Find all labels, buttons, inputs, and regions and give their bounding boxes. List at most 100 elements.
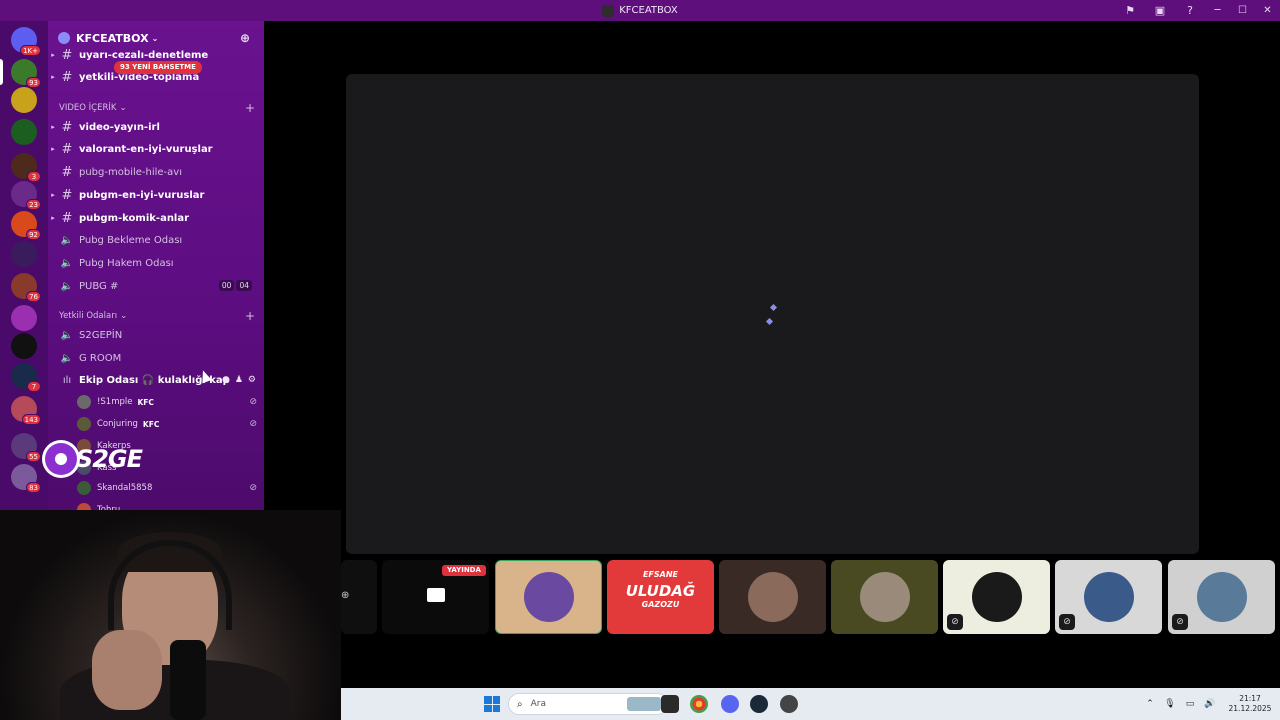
channel-label: video-yayın-irl: [79, 121, 160, 133]
taskbar-search[interactable]: ⌕ Ara: [508, 693, 668, 715]
chrome-icon[interactable]: [690, 695, 708, 713]
channel-label: S2GEPİN: [79, 329, 123, 341]
server-icon[interactable]: 55: [11, 433, 41, 462]
category-video[interactable]: VIDEO İÇERİK ⌄ +: [59, 101, 255, 115]
voice-channel-item[interactable]: 🔈 Pubg Bekleme Odası: [48, 230, 264, 250]
server-icon[interactable]: 143: [11, 396, 41, 425]
new-mentions-badge[interactable]: 93 YENİ BAHSETME: [114, 61, 202, 74]
speaker-icon: 🔈: [60, 352, 74, 364]
server-icon[interactable]: [11, 87, 37, 113]
voice-user[interactable]: !S1mple KFC ⊘: [77, 393, 257, 411]
text-channel-item[interactable]: # pubg-mobile-hile-avı: [48, 162, 264, 182]
tile-user-7[interactable]: ⊘: [1168, 560, 1275, 634]
avatar: [747, 572, 798, 622]
channel-sidebar: KFCEATBOX ⌄ ⊕ ▸ # uyarı-cezalı-denetleme…: [48, 21, 264, 510]
help-icon[interactable]: ?: [1175, 0, 1205, 21]
screen-share-icon[interactable]: ▣: [1145, 0, 1175, 21]
voice-user[interactable]: Skandal5858 ⊘: [77, 479, 257, 497]
text-channel-item[interactable]: ▸ # pubgm-en-iyi-vuruslar: [48, 185, 264, 205]
screen-share-icon: [427, 588, 445, 602]
muted-icon: ⊘: [1172, 614, 1188, 630]
server-badge: 76: [26, 291, 41, 302]
voice-channel-ekip[interactable]: ılı Ekip Odası 🎧 kulaklığı kap ● ♟ ⚙: [48, 370, 264, 390]
server-icon[interactable]: 3: [11, 153, 41, 182]
discord-icon[interactable]: [721, 695, 739, 713]
text-channel-item[interactable]: ▸ # pubgm-komik-anlar: [48, 208, 264, 228]
live-badge: YAYINDA: [442, 565, 486, 576]
screen-root: KFCEATBOX ⚑ ▣ ? ─ ☐ ✕ 1K+ 93 3 23 92 76 7 143 5…: [0, 0, 1280, 720]
server-icon[interactable]: 83: [11, 464, 41, 493]
stream-screen[interactable]: [346, 74, 1199, 554]
text-channel-item[interactable]: ▸ # video-yayın-irl: [48, 117, 264, 137]
overlay-logo-text: S2GE: [75, 445, 143, 473]
system-tray: ⌃ 🎙 ▭ 🔊 21:17 21.12.2025: [1140, 688, 1280, 720]
flag-icon[interactable]: ⚑: [1115, 0, 1145, 21]
muted-icon: ⊘: [1059, 614, 1075, 630]
avatar: [77, 503, 91, 510]
home-badge: 1K+: [20, 45, 41, 56]
server-icon[interactable]: 93: [11, 59, 41, 88]
text-channel-icon: #: [61, 69, 73, 85]
add-channel-icon[interactable]: +: [245, 309, 255, 323]
microphone-icon: [170, 640, 206, 720]
server-icon[interactable]: [11, 119, 37, 145]
user-tag: KFC: [137, 397, 154, 407]
search-icon: ⌕: [517, 698, 523, 710]
chevron-up-icon[interactable]: ⌃: [1140, 699, 1160, 709]
task-view-icon[interactable]: [661, 695, 679, 713]
microphone-icon[interactable]: 🎙: [1160, 699, 1180, 709]
tile-user-6[interactable]: ⊘: [1055, 560, 1162, 634]
channel-label: pubgm-en-iyi-vuruslar: [79, 189, 205, 201]
server-icon[interactable]: 23: [11, 181, 41, 210]
channel-label: valorant-en-iyi-vuruşlar: [79, 143, 213, 155]
voice-user[interactable]: Tohru: [77, 501, 257, 510]
clock[interactable]: 21:17 21.12.2025: [1220, 694, 1280, 714]
add-channel-icon[interactable]: +: [245, 101, 255, 115]
voice-channel-item[interactable]: 🔈 Pubg Hakem Odası: [48, 253, 264, 273]
tile-partial[interactable]: ⊕: [341, 560, 377, 634]
tile-user-2[interactable]: EFSANE ULUDAĞ GAZOZU: [607, 560, 714, 634]
server-badge: 55: [26, 451, 41, 462]
channel-actions: ● ♟ ⚙: [222, 375, 256, 385]
windows-start-icon[interactable]: [484, 696, 500, 712]
server-icon[interactable]: 76: [11, 273, 41, 302]
server-icon[interactable]: 92: [11, 211, 41, 240]
server-badge: 3: [27, 171, 41, 182]
server-icon[interactable]: [11, 305, 37, 331]
invite-icon[interactable]: ♟: [235, 375, 243, 385]
server-icon[interactable]: 7: [11, 363, 41, 392]
voice-channel-groom[interactable]: 🔈 G ROOM: [48, 348, 264, 368]
server-badge: 92: [26, 229, 41, 240]
collapse-arrow-icon: ▸: [51, 145, 55, 153]
logo-eye-icon: [42, 440, 80, 478]
obs-icon[interactable]: [780, 695, 798, 713]
server-icon[interactable]: [11, 333, 37, 359]
zoom-icon[interactable]: ⊕: [341, 590, 349, 601]
tile-user-5[interactable]: ⊘: [943, 560, 1050, 634]
close-button[interactable]: ✕: [1255, 0, 1280, 21]
server-rail: 1K+ 93 3 23 92 76 7 143 55 83: [0, 21, 48, 510]
tile-user-3[interactable]: [719, 560, 826, 634]
category-staff[interactable]: Yetkili Odaları ⌄ +: [59, 309, 255, 323]
minimize-button[interactable]: ─: [1205, 0, 1230, 21]
user-name: !S1mple: [97, 397, 133, 407]
voice-user[interactable]: Conjuring KFC ⊘: [77, 415, 257, 433]
tile-user-1[interactable]: [495, 560, 602, 634]
voice-channel-s2gepin[interactable]: 🔈 S2GEPİN: [48, 325, 264, 345]
channel-label: PUBG #: [79, 280, 119, 292]
add-member-icon[interactable]: ⊕: [240, 31, 250, 45]
steam-icon[interactable]: [750, 695, 768, 713]
text-channel-item[interactable]: ▸ # valorant-en-iyi-vuruşlar: [48, 139, 264, 159]
settings-icon[interactable]: ⚙: [248, 375, 256, 385]
avatar: [77, 395, 91, 409]
volume-icon[interactable]: 🔊: [1200, 699, 1220, 709]
category-label: VIDEO İÇERİK: [59, 103, 117, 113]
maximize-button[interactable]: ☐: [1230, 0, 1255, 21]
display-icon[interactable]: ▭: [1180, 699, 1200, 709]
window-title-text: KFCEATBOX: [619, 5, 678, 16]
title-bar-controls: ⚑ ▣ ? ─ ☐ ✕: [1115, 0, 1280, 21]
tile-user-4[interactable]: [831, 560, 938, 634]
home-button[interactable]: 1K+: [11, 27, 41, 56]
server-icon[interactable]: [11, 241, 37, 267]
chat-icon[interactable]: ●: [222, 375, 230, 385]
